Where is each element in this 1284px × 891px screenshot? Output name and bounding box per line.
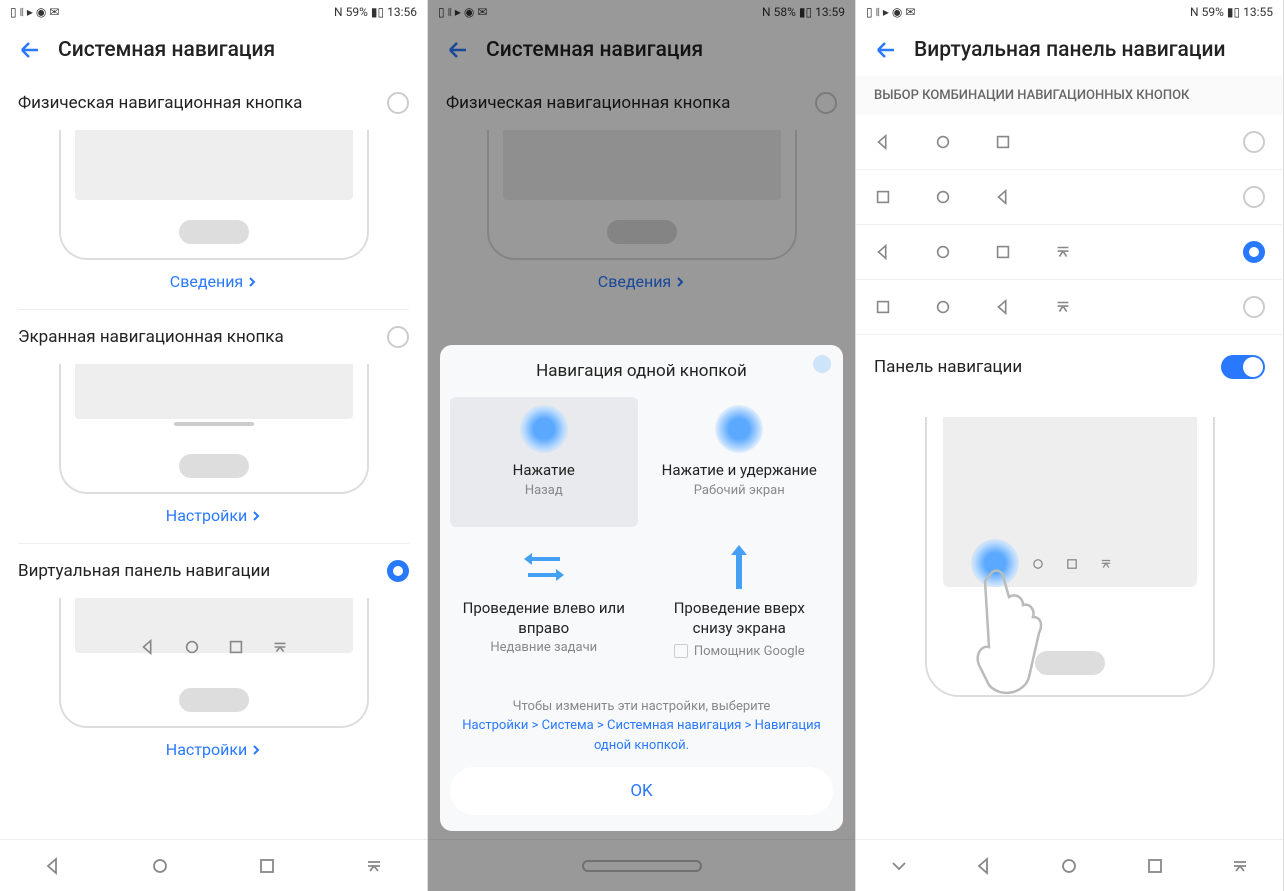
- illustration-physical: [59, 130, 369, 260]
- back-icon[interactable]: [974, 856, 994, 876]
- status-bar: ▯⧛▸◉✉ N 59% ▮▯ 13:56: [0, 0, 427, 24]
- header: Системная навигация: [0, 24, 427, 76]
- time-text: 13:56: [387, 5, 417, 19]
- system-nav-bar: [0, 839, 427, 891]
- screen-3: ▯⧛▸◉✉ N 59% ▮▯ 13:55 Виртуальная панель …: [856, 0, 1284, 891]
- page-title: Системная навигация: [58, 38, 275, 62]
- dropdown-icon[interactable]: [1230, 856, 1250, 876]
- option-label: Виртуальная панель навигации: [18, 561, 270, 581]
- back-icon: [874, 133, 892, 151]
- illustration-touch: [925, 417, 1215, 697]
- radio-virtual[interactable]: [387, 560, 409, 582]
- arrows-lr-icon: [520, 543, 568, 591]
- one-button-dialog: Навигация одной кнопкой Нажатие Назад На…: [440, 345, 843, 831]
- arrow-up-icon: [715, 543, 763, 591]
- settings-link-virtual[interactable]: Настройки: [0, 728, 427, 777]
- dropdown-icon: [1054, 298, 1072, 316]
- option-label: Физическая навигационная кнопка: [18, 93, 302, 113]
- page-title: Виртуальная панель навигации: [914, 38, 1226, 62]
- screen-1: ▯⧛▸◉✉ N 59% ▮▯ 13:56 Системная навигация…: [0, 0, 428, 891]
- illustration-virtual: [59, 598, 369, 728]
- orb-icon: [715, 405, 763, 453]
- option-physical[interactable]: Физическая навигационная кнопка: [0, 76, 427, 130]
- header: Виртуальная панель навигации: [856, 24, 1283, 76]
- dropdown-icon[interactable]: [364, 856, 384, 876]
- recent-icon: [874, 298, 892, 316]
- dialog-title: Навигация одной кнопкой: [450, 361, 833, 381]
- nav-panel-toggle-row: Панель навигации: [856, 335, 1283, 399]
- toggle-label: Панель навигации: [874, 357, 1022, 377]
- option-virtual[interactable]: Виртуальная панель навигации: [0, 544, 427, 598]
- back-button[interactable]: [18, 38, 42, 62]
- radio-physical[interactable]: [387, 92, 409, 114]
- system-nav-bar: [856, 839, 1283, 891]
- recent-icon[interactable]: [1145, 856, 1165, 876]
- recent-icon: [994, 133, 1012, 151]
- details-link-physical[interactable]: Сведения: [0, 260, 427, 309]
- recent-icon: [994, 243, 1012, 261]
- nav-panel-toggle[interactable]: [1221, 355, 1265, 379]
- combo-4[interactable]: [856, 280, 1283, 335]
- dialog-hint: Чтобы изменить эти настройки, выберите Н…: [450, 697, 833, 756]
- settings-link-onscreen[interactable]: Настройки: [0, 494, 427, 543]
- combo-2[interactable]: [856, 170, 1283, 225]
- screen-2: ▯⧛▸◉✉ N 58% ▮▯ 13:59 Системная навигация…: [428, 0, 856, 891]
- option-label: Экранная навигационная кнопка: [18, 327, 284, 347]
- ok-button[interactable]: OK: [450, 767, 833, 815]
- nfc-icon: N: [334, 5, 343, 19]
- gesture-swipe-lr[interactable]: Проведение влево или вправо Недавние зад…: [450, 535, 638, 689]
- section-header: ВЫБОР КОМБИНАЦИИ НАВИГАЦИОННЫХ КНОПОК: [856, 76, 1283, 115]
- orb-icon: [520, 405, 568, 453]
- checkbox-google[interactable]: [674, 644, 688, 658]
- back-icon: [994, 188, 1012, 206]
- home-icon[interactable]: [150, 856, 170, 876]
- combo-1[interactable]: [856, 115, 1283, 170]
- illustration-onscreen: [59, 364, 369, 494]
- home-icon: [934, 243, 952, 261]
- recent-icon: [874, 188, 892, 206]
- finger-icon: [975, 567, 1065, 697]
- radio-combo-1[interactable]: [1243, 131, 1265, 153]
- radio-onscreen[interactable]: [387, 326, 409, 348]
- gesture-swipe-up[interactable]: Проведение вверх снизу экрана Помощник G…: [646, 535, 834, 689]
- battery-text: 59%: [346, 5, 368, 19]
- gesture-tap[interactable]: Нажатие Назад: [450, 397, 638, 527]
- home-icon: [934, 298, 952, 316]
- home-icon: [934, 133, 952, 151]
- home-icon[interactable]: [1059, 856, 1079, 876]
- back-icon: [874, 243, 892, 261]
- chevron-down-icon[interactable]: [889, 856, 909, 876]
- back-icon: [994, 298, 1012, 316]
- dialog-radio-icon: [813, 355, 831, 373]
- combo-3[interactable]: [856, 225, 1283, 280]
- radio-combo-4[interactable]: [1243, 296, 1265, 318]
- radio-combo-2[interactable]: [1243, 186, 1265, 208]
- dropdown-icon: [1054, 243, 1072, 261]
- status-bar: ▯⧛▸◉✉ N 59% ▮▯ 13:55: [856, 0, 1283, 24]
- home-icon: [934, 188, 952, 206]
- option-onscreen[interactable]: Экранная навигационная кнопка: [0, 310, 427, 364]
- back-button[interactable]: [874, 38, 898, 62]
- back-icon[interactable]: [43, 856, 63, 876]
- radio-combo-3[interactable]: [1243, 241, 1265, 263]
- gesture-hold[interactable]: Нажатие и удержание Рабочий экран: [646, 397, 834, 527]
- recent-icon[interactable]: [257, 856, 277, 876]
